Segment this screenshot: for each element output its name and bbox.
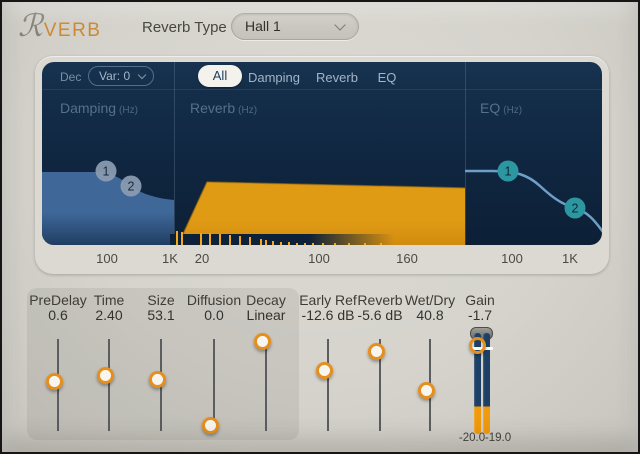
time-knob[interactable] [97, 367, 114, 384]
early-ref-knob[interactable] [316, 362, 333, 379]
decay-track[interactable] [265, 339, 267, 431]
damping-tick-1k: 1K [162, 251, 178, 266]
damping-curve-fill [42, 172, 174, 245]
size-knob[interactable] [149, 371, 166, 388]
reverb-type-dropdown[interactable]: Hall 1 [231, 13, 359, 40]
graph-curves: 1 2 1 2 [42, 62, 602, 245]
eq-tick-100: 100 [501, 251, 523, 266]
eq-marker-2[interactable]: 2 [565, 198, 586, 219]
logo-verb-text: VERB [44, 20, 102, 41]
reverb-tick-160: 160 [396, 251, 418, 266]
diffusion-knob[interactable] [202, 417, 219, 434]
gain-meter-readout-right: -19.0 [476, 432, 520, 444]
logo-script-r: ℛ [18, 8, 43, 44]
reverb-tick-20: 20 [195, 251, 209, 266]
eq-tick-1k: 1K [562, 251, 578, 266]
damping-marker-2[interactable]: 2 [121, 176, 142, 197]
graph-display: Dec Var: 0 All Damping Reverb EQ Damping… [42, 62, 602, 245]
rverb-logo: ℛVERB [18, 8, 101, 44]
reverb-level-knob[interactable] [368, 343, 385, 360]
gain-label: Gain [435, 292, 525, 308]
gain-knob[interactable] [469, 337, 486, 354]
svg-text:1: 1 [505, 165, 512, 179]
early-ref-track[interactable] [327, 339, 329, 431]
gain-value[interactable]: -1.7 [435, 307, 525, 323]
graph-panel: Dec Var: 0 All Damping Reverb EQ Damping… [35, 56, 609, 274]
reverb-type-value: Hall 1 [245, 18, 281, 34]
predelay-knob[interactable] [46, 373, 63, 390]
svg-text:2: 2 [128, 180, 135, 194]
wet-dry-knob[interactable] [418, 382, 435, 399]
time-track[interactable] [108, 339, 110, 431]
decay-knob[interactable] [254, 333, 271, 350]
svg-text:1: 1 [103, 165, 110, 179]
reverb-tick-100: 100 [308, 251, 330, 266]
rverb-plugin-window: ℛVERB Reverb Type Hall 1 Dec Var: 0 All … [0, 0, 640, 454]
damping-marker-1[interactable]: 1 [96, 161, 117, 182]
damping-tick-100: 100 [96, 251, 118, 266]
reverb-type-label: Reverb Type [142, 19, 227, 36]
chevron-down-icon [334, 19, 345, 30]
svg-text:2: 2 [572, 202, 579, 216]
eq-marker-1[interactable]: 1 [498, 161, 519, 182]
